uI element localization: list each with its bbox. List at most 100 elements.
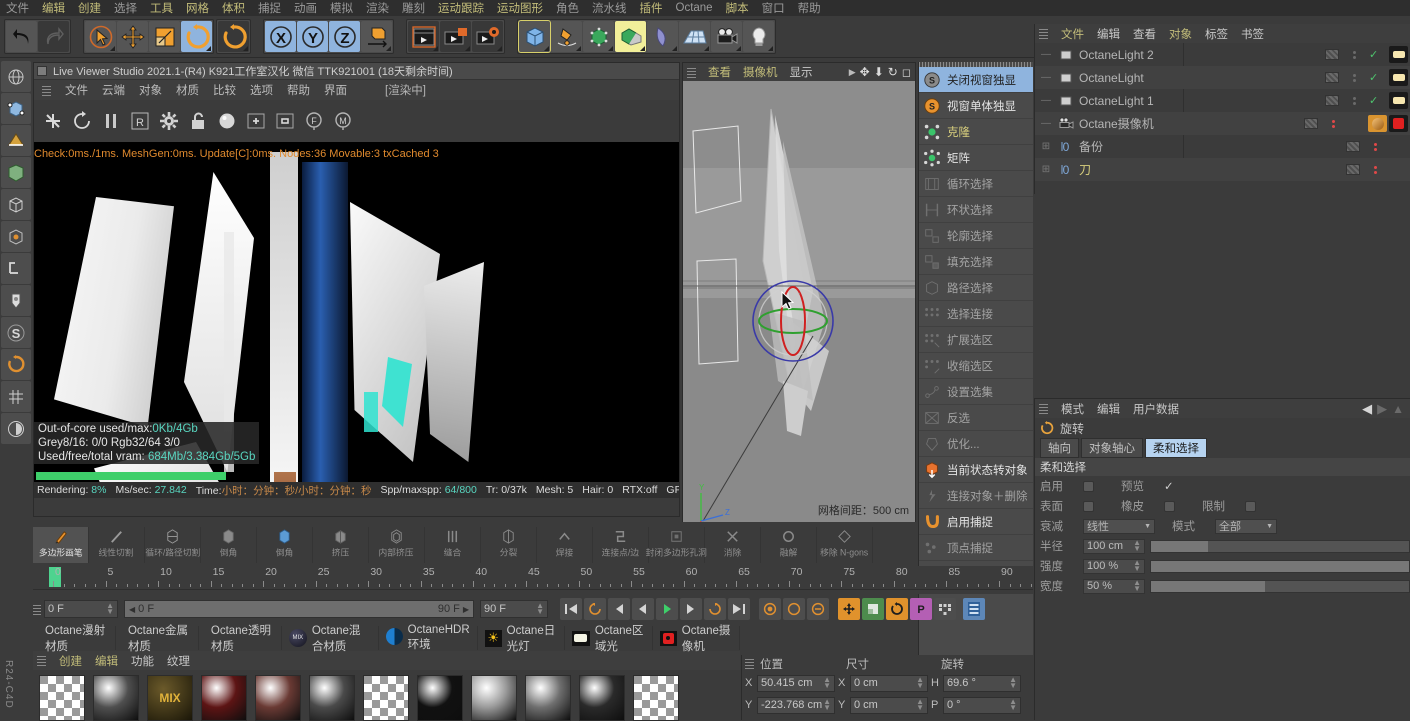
- camera-button[interactable]: [711, 21, 742, 52]
- menu-item-11[interactable]: 雕刻: [402, 0, 425, 16]
- radius-field[interactable]: 100 cm ▲ ▼: [1083, 538, 1145, 554]
- attribute-manager[interactable]: 模式 编辑 用户数据 ◀ ▶ ▲ 旋转 轴向 对象轴心 柔和选择 柔和选择 启用 预…: [1034, 398, 1410, 720]
- timeline-ruler[interactable]: 0 5 10 15 20 25 30 35 40 45 50 55 60 65 70 75 80 85 90: [33, 566, 1043, 590]
- tool-tab-6[interactable]: 内部挤压: [369, 527, 425, 563]
- attribute-tab-0[interactable]: 轴向: [1040, 438, 1079, 458]
- lock-icon[interactable]: [185, 108, 211, 134]
- command-connect-delete[interactable]: 连接对象＋删除: [919, 483, 1033, 509]
- material-swatch[interactable]: [633, 675, 679, 721]
- sphere-icon[interactable]: [214, 108, 240, 134]
- polygon-mode-button[interactable]: [1, 157, 31, 188]
- clip-checkbox[interactable]: [1245, 500, 1256, 512]
- object-tags[interactable]: [1368, 115, 1410, 132]
- object-row[interactable]: — Octane摄像机: [1035, 112, 1410, 135]
- size-field[interactable]: 0 cm ▲ ▼: [850, 674, 928, 692]
- soft-surface-row[interactable]: 表面 橡皮 限制: [1035, 496, 1410, 516]
- mat-menu-texture[interactable]: 纹理: [167, 653, 190, 669]
- grip-handle[interactable]: [37, 655, 46, 666]
- expand-toggle[interactable]: ⊞: [1035, 141, 1057, 152]
- coordinate-row[interactable]: X 50.415 cm ▲ ▼ X 0 cm ▲ ▼ H 69.6 ° ▲ ▼: [742, 672, 1034, 694]
- menu-item-19[interactable]: 窗口: [762, 0, 785, 16]
- restart-render-icon[interactable]: [40, 108, 66, 134]
- menu-item-10[interactable]: 渲染: [366, 0, 389, 16]
- workplane-button[interactable]: [1, 285, 31, 316]
- object-tags[interactable]: [1389, 92, 1410, 109]
- tool-tab-12[interactable]: 消除: [705, 527, 761, 563]
- visibility-toggle[interactable]: [1346, 164, 1360, 175]
- object-axis-button[interactable]: [1, 221, 31, 252]
- mat-menu-edit[interactable]: 编辑: [95, 653, 118, 669]
- am-menu-userdata[interactable]: 用户数据: [1133, 401, 1179, 417]
- soft-enable-row[interactable]: 启用 预览 ✓: [1035, 476, 1410, 496]
- radius-slider[interactable]: [1150, 539, 1410, 553]
- expand-toggle[interactable]: —: [1035, 95, 1057, 106]
- tool-tab-10[interactable]: 连接点/边: [593, 527, 649, 563]
- command-select-connected[interactable]: 选择连接: [919, 301, 1033, 327]
- mode-combo[interactable]: 全部 ▼: [1215, 518, 1277, 534]
- material-swatch[interactable]: [417, 675, 463, 721]
- transport-bar[interactable]: 0 F ▲ ▼ ◀ 0 F 90 F ▶ 90 F ▲ ▼ P: [33, 596, 1033, 622]
- grip-handle[interactable]: [33, 603, 41, 615]
- command-current-state-to-object[interactable]: 当前状态转对象: [919, 457, 1033, 483]
- om-menu-file[interactable]: 文件: [1061, 26, 1084, 42]
- visibility-toggle[interactable]: [1325, 49, 1339, 60]
- material-preset-0[interactable]: Octane漫射材质: [33, 625, 116, 653]
- material-swatch[interactable]: [93, 675, 139, 721]
- expand-toggle[interactable]: —: [1035, 72, 1057, 83]
- tool-tab-4[interactable]: 倒角: [257, 527, 313, 563]
- enable-check-icon[interactable]: ✓: [1369, 48, 1385, 61]
- lv-menu-material[interactable]: 材质: [176, 82, 199, 98]
- command-path-selection[interactable]: 路径选择: [919, 275, 1033, 301]
- command-ring-selection[interactable]: 环状选择: [919, 197, 1033, 223]
- visibility-toggle[interactable]: [1325, 72, 1339, 83]
- render-region-button[interactable]: [440, 21, 471, 52]
- pause-icon[interactable]: [98, 108, 124, 134]
- attribute-tabs[interactable]: 轴向 对象轴心 柔和选择: [1035, 438, 1410, 458]
- material-preset-4[interactable]: OctaneHDR环境: [379, 624, 478, 651]
- forward-arrow-icon[interactable]: ▶: [1377, 401, 1387, 417]
- undo-button[interactable]: [6, 21, 37, 52]
- visibility-toggle[interactable]: [1325, 95, 1339, 106]
- command-outline-selection[interactable]: 轮廓选择: [919, 223, 1033, 249]
- command-grow-selection[interactable]: 扩展选区: [919, 327, 1033, 353]
- viewport-rotate-icon[interactable]: ↻: [888, 65, 898, 79]
- render-view-button[interactable]: [408, 21, 439, 52]
- menu-item-7[interactable]: 捕捉: [258, 0, 281, 16]
- menu-item-0[interactable]: 文件: [6, 0, 29, 16]
- strength-row[interactable]: 强度 100 % ▲ ▼: [1035, 556, 1410, 576]
- command-fill-selection[interactable]: 填充选择: [919, 249, 1033, 275]
- grip-handle[interactable]: [42, 84, 51, 96]
- material-preset-7[interactable]: Octane摄像机: [653, 625, 740, 653]
- light-tag-icon[interactable]: [1389, 46, 1408, 63]
- menu-item-9[interactable]: 模拟: [330, 0, 353, 16]
- command-invert-selection[interactable]: 反选: [919, 405, 1033, 431]
- menu-item-15[interactable]: 流水线: [592, 0, 627, 16]
- refresh-icon[interactable]: [69, 108, 95, 134]
- menu-item-5[interactable]: 网格: [186, 0, 209, 16]
- visibility-dots[interactable]: [1339, 50, 1369, 59]
- am-menu-mode[interactable]: 模式: [1061, 401, 1084, 417]
- radius-row[interactable]: 半径 100 cm ▲ ▼: [1035, 536, 1410, 556]
- main-menu-bar[interactable]: 文件 编辑 创建 选择 工具 网格 体积 捕捉 动画 模拟 渲染 雕刻 运动跟踪 运动图形 角色 流水线 插件 O…: [0, 0, 1410, 16]
- loop-forward-button[interactable]: [704, 598, 726, 620]
- subtract-icon[interactable]: [272, 108, 298, 134]
- stepper-icon[interactable]: ▲ ▼: [1009, 698, 1017, 712]
- om-menu-object[interactable]: 对象: [1169, 26, 1192, 42]
- move-button[interactable]: [117, 21, 148, 52]
- stepper-icon[interactable]: ▲ ▼: [916, 676, 924, 690]
- animation-mode-controls[interactable]: P: [838, 598, 957, 620]
- object-row[interactable]: — OctaneLight 2 ✓: [1035, 43, 1410, 66]
- preview-range[interactable]: ◀ 0 F 90 F ▶: [124, 600, 474, 618]
- redo-button[interactable]: [38, 21, 69, 52]
- bend-deformer-button[interactable]: [647, 21, 678, 52]
- attribute-tab-2[interactable]: 柔和选择: [1145, 438, 1207, 458]
- command-matrix[interactable]: 矩阵: [919, 145, 1033, 171]
- visibility-dots[interactable]: [1360, 165, 1390, 174]
- mat-menu-function[interactable]: 功能: [131, 653, 154, 669]
- object-row[interactable]: — OctaneLight 1 ✓: [1035, 89, 1410, 112]
- command-shrink-selection[interactable]: 收缩选区: [919, 353, 1033, 379]
- material-swatch[interactable]: MIX: [147, 675, 193, 721]
- material-preset-6[interactable]: Octane区域光: [565, 625, 653, 653]
- light-tag-icon[interactable]: [1389, 92, 1408, 109]
- axis-lock-button[interactable]: [1, 349, 31, 380]
